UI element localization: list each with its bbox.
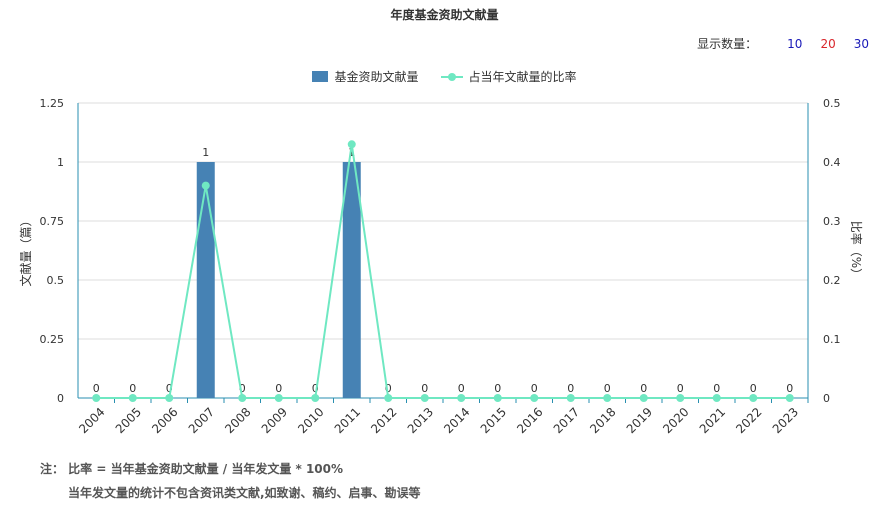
- bar-data-label: 0: [458, 382, 465, 395]
- x-tick-label: 2013: [405, 405, 436, 436]
- ratio-point: [347, 140, 356, 149]
- ratio-point: [785, 394, 794, 402]
- bar-data-label: 0: [275, 382, 282, 395]
- bar-data-label: 0: [640, 382, 647, 395]
- ratio-point: [566, 394, 575, 402]
- ratio-point: [92, 394, 101, 402]
- x-tick-label: 2005: [113, 405, 144, 436]
- x-tick-label: 2011: [332, 405, 363, 436]
- x-tick-label: 2021: [697, 405, 728, 436]
- y-right-tick-label: 0.4: [823, 156, 841, 169]
- bar-data-label: 0: [129, 382, 136, 395]
- y-right-tick-label: 0: [823, 392, 830, 405]
- ratio-point: [457, 394, 466, 402]
- bar-data-label: 0: [786, 382, 793, 395]
- y-right-tick-label: 0.5: [823, 97, 841, 110]
- y-left-tick-label: 0: [57, 392, 64, 405]
- y-right-axis-title: 比率（%）: [849, 221, 864, 280]
- x-tick-label: 2014: [441, 405, 472, 436]
- y-left-tick-label: 0.25: [40, 333, 65, 346]
- bar-data-label: 0: [677, 382, 684, 395]
- ratio-point: [238, 394, 247, 402]
- bar-data-label: 0: [531, 382, 538, 395]
- bar-data-label: 0: [713, 382, 720, 395]
- x-tick-label: 2023: [770, 405, 801, 436]
- chart-plot: 0 0.25 0.5 0.75 1 1.25 0 0.1 0.2 0.3 0.4 0.5 文献量（篇） 比…: [18, 97, 864, 436]
- bar: [196, 162, 215, 398]
- x-tick-label: 2018: [587, 405, 618, 436]
- x-tick-label: 2015: [478, 405, 509, 436]
- note-exclusions: 当年发文量的统计不包含资讯类文献,如致谢、稿约、启事、勘误等: [68, 486, 421, 500]
- y-left-tick-label: 0.5: [47, 274, 65, 287]
- bar-data-label: 0: [93, 382, 100, 395]
- ratio-point: [311, 394, 320, 402]
- x-tick-label: 2022: [733, 405, 764, 436]
- ratio-point: [384, 394, 393, 402]
- bar-data-label: 0: [750, 382, 757, 395]
- x-tick-label: 2020: [660, 405, 691, 436]
- x-tick-label: 2019: [624, 405, 655, 436]
- ratio-point: [274, 394, 283, 402]
- ratio-point: [530, 394, 539, 402]
- ratio-point: [420, 394, 429, 402]
- y-right-tick-label: 0.1: [823, 333, 841, 346]
- y-left-tick-label: 1.25: [40, 97, 65, 110]
- bar-data-label: 0: [604, 382, 611, 395]
- x-tick-label: 2012: [368, 405, 399, 436]
- x-tick-label: 2010: [295, 405, 326, 436]
- x-tick-label: 2017: [551, 405, 582, 436]
- x-tick-label: 2004: [76, 405, 107, 436]
- ratio-point: [712, 394, 721, 402]
- bar-data-label: 0: [567, 382, 574, 395]
- ratio-point: [493, 394, 502, 402]
- x-tick-label: 2006: [149, 405, 180, 436]
- y-left-axis-title: 文献量（篇）: [18, 214, 33, 286]
- bar-data-label: 1: [202, 146, 209, 159]
- ratio-point: [128, 394, 137, 402]
- ratio-point: [603, 394, 612, 402]
- bar-data-label: 0: [494, 382, 501, 395]
- x-tick-label: 2007: [186, 405, 217, 436]
- y-left-tick-label: 1: [57, 156, 64, 169]
- ratio-point: [639, 394, 648, 402]
- x-tick-label: 2009: [259, 405, 290, 436]
- ratio-point: [165, 394, 174, 402]
- bar: [342, 162, 361, 398]
- x-tick-label: 2008: [222, 405, 253, 436]
- bar-data-label: 0: [421, 382, 428, 395]
- ratio-point: [749, 394, 758, 402]
- note-ratio-formula: 注： 比率 = 当年基金资助文献量 / 当年发文量 * 100%: [40, 462, 344, 476]
- ratio-point: [201, 181, 210, 190]
- y-left-tick-label: 0.75: [40, 215, 65, 228]
- ratio-point: [676, 394, 685, 402]
- y-right-tick-label: 0.3: [823, 215, 841, 228]
- y-right-tick-label: 0.2: [823, 274, 841, 287]
- x-tick-label: 2016: [514, 405, 545, 436]
